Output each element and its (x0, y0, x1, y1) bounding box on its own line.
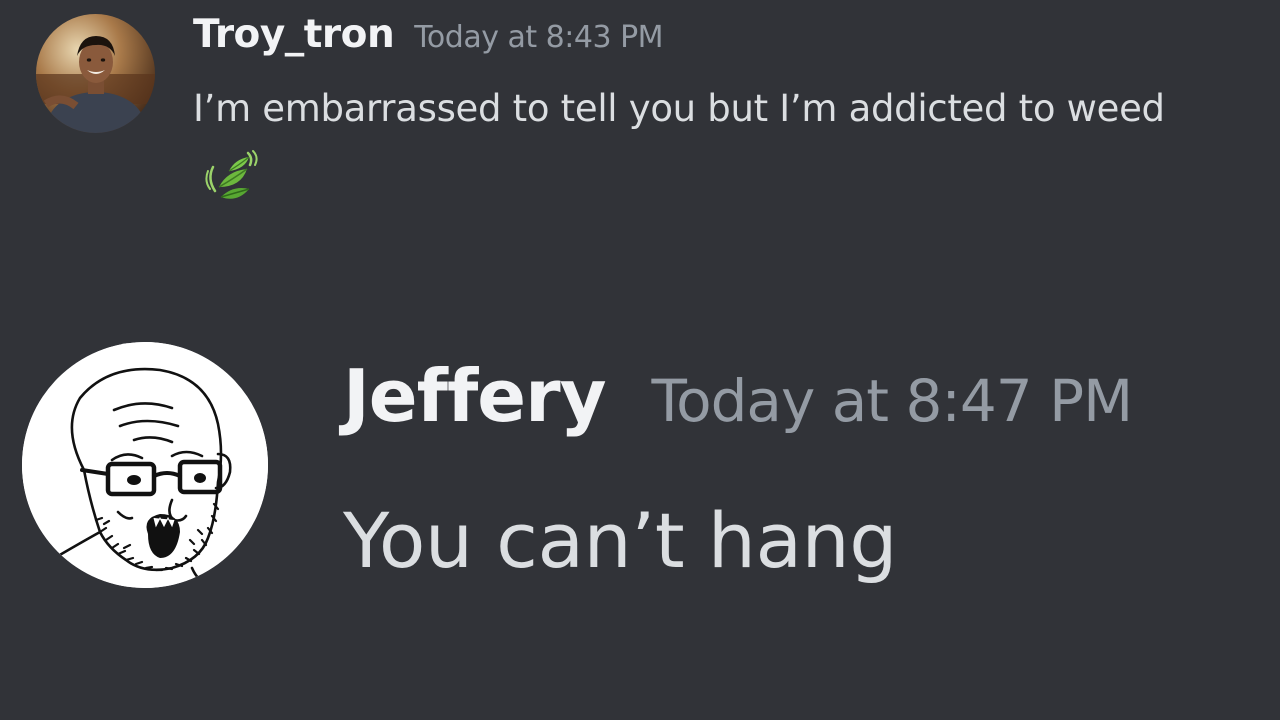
timestamp[interactable]: Today at 8:43 PM (414, 20, 663, 55)
message-jeffery: Jeffery Today at 8:47 PM You can’t hang (0, 300, 1280, 720)
wojak-soyjak-avatar (22, 342, 268, 588)
user-photo-avatar (36, 14, 155, 133)
message-content: You can’t hang (343, 496, 897, 585)
message-text: I’m embarrassed to tell you but I’m addi… (193, 87, 1165, 130)
username[interactable]: Jeffery (343, 354, 607, 438)
username[interactable]: Troy_tron (193, 12, 395, 57)
herb-leaves-icon[interactable] (203, 149, 259, 201)
message-troy: Troy_tron Today at 8:43 PM I’m embarrasse… (0, 0, 1280, 240)
timestamp[interactable]: Today at 8:47 PM (652, 367, 1134, 435)
message-content: I’m embarrassed to tell you but I’m addi… (193, 74, 1173, 214)
avatar[interactable] (22, 342, 268, 588)
avatar[interactable] (36, 14, 155, 133)
